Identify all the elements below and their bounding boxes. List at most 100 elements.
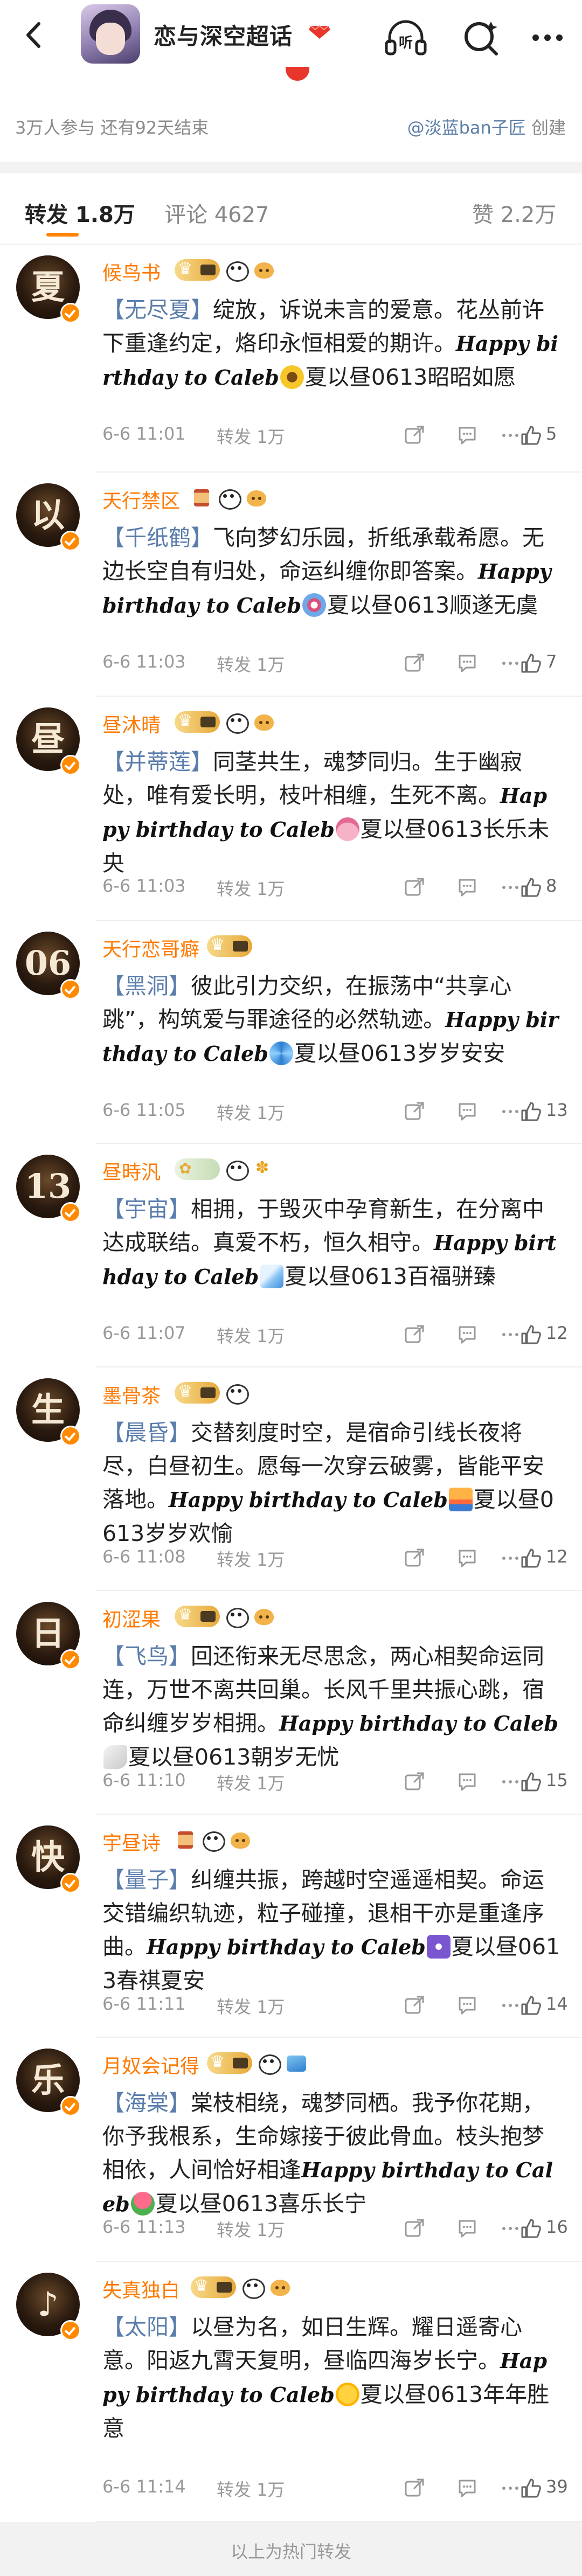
user-name[interactable]: 初涩果	[102, 1604, 161, 1632]
dog-badge-icon[interactable]	[252, 1606, 276, 1627]
forward-item[interactable]: 夏候鸟书【无尽夏】绽放，诉说未言的爱意。花丛前许下重逢约定，烙印永恒相爱的期许。…	[0, 245, 582, 473]
vip-badge-icon[interactable]	[175, 259, 220, 281]
panda-badge-icon[interactable]	[224, 711, 249, 734]
forward-count[interactable]: 转发 1万	[217, 2476, 285, 2501]
dog-badge-icon[interactable]	[252, 711, 276, 733]
more-options-icon[interactable]	[522, 12, 573, 64]
comment-icon[interactable]	[455, 876, 479, 899]
forward-item[interactable]: 昼昼沐晴【并蒂莲】同茎共生，魂梦同归。生于幽寂处，唯有爱长明，枝叶相缠，生死不离…	[0, 697, 582, 921]
user-name[interactable]: 月奴会记得	[102, 2051, 199, 2079]
like-icon[interactable]	[519, 1100, 543, 1123]
user-name[interactable]: 昼沐晴	[102, 710, 161, 738]
comment-icon[interactable]	[455, 1994, 479, 2017]
share-icon[interactable]	[403, 651, 426, 675]
wave-badge-icon[interactable]	[285, 2052, 308, 2074]
comment-icon[interactable]	[455, 1100, 479, 1123]
share-icon[interactable]	[403, 1994, 426, 2017]
forward-item[interactable]: 以天行禁区 【千纸鹤】飞向梦幻乐园，折纸承载希愿。无边长空自有归处，命运纠缠你即答…	[0, 473, 582, 697]
share-icon[interactable]	[403, 1770, 426, 1794]
user-name[interactable]: 墨骨茶	[102, 1380, 161, 1408]
forward-count[interactable]: 转发 1万	[217, 876, 285, 900]
like-icon[interactable]	[519, 651, 543, 675]
share-icon[interactable]	[403, 1546, 426, 1570]
comment-icon[interactable]	[455, 2217, 479, 2240]
comment-icon[interactable]	[455, 1770, 479, 1794]
forward-item[interactable]: 乐月奴会记得【海棠】棠枝相绕，魂梦同栖。我予你花期，你予我根系，生命嫁接于彼此骨…	[0, 2038, 582, 2262]
topic-tag[interactable]: 【无尽夏】	[102, 297, 213, 323]
like-icon[interactable]	[519, 2476, 543, 2500]
forward-count[interactable]: 转发 1万	[217, 1100, 285, 1124]
panda-badge-icon[interactable]	[224, 1382, 249, 1405]
user-name[interactable]: 失真独白	[102, 2275, 180, 2303]
panda-badge-icon[interactable]	[257, 2052, 281, 2075]
like-icon[interactable]	[519, 1546, 543, 1570]
creator-link[interactable]: @淡蓝ban子匠	[407, 117, 526, 138]
forward-item[interactable]: 日初涩果【飞鸟】回还衔来无尽思念，两心相契命运同连，万世不离共回巢。长风千里共振…	[0, 1591, 582, 1815]
comment-icon[interactable]	[455, 651, 479, 675]
back-arrow-icon[interactable]	[15, 16, 53, 54]
vip-badge-icon[interactable]	[175, 1382, 220, 1404]
share-icon[interactable]	[403, 1323, 426, 1346]
tab-likes[interactable]: 赞 2.2万	[472, 197, 556, 228]
user-name[interactable]: 天行恋哥癖	[102, 934, 199, 962]
panda-badge-icon[interactable]	[224, 1158, 249, 1181]
forward-item[interactable]: 快宇昼诗 【量子】纠缠共振，跨越时空遥遥相契。命运交错编织轨迹，粒子碰撞，退相干亦…	[0, 1815, 582, 2038]
topic-avatar[interactable]	[81, 4, 140, 64]
panda-badge-icon[interactable]	[224, 259, 249, 282]
topic-tag[interactable]: 【量子】	[102, 1867, 191, 1893]
like-icon[interactable]	[519, 2217, 543, 2240]
forward-item[interactable]: ♪失真独白【太阳】以昼为名，如日生辉。耀日遥寄心意。阳返九霄天复明，昼临四海岁长…	[0, 2262, 582, 2522]
user-name[interactable]: 昼時汎	[102, 1157, 161, 1185]
panda-badge-icon[interactable]	[224, 1606, 249, 1628]
panda-badge-icon[interactable]	[200, 1829, 225, 1852]
vip-badge-icon[interactable]	[175, 1606, 220, 1627]
like-icon[interactable]	[519, 876, 543, 899]
hourglass-badge-icon[interactable]	[191, 487, 212, 509]
share-icon[interactable]	[403, 423, 426, 447]
vip-badge-icon[interactable]	[207, 935, 252, 957]
topic-tag[interactable]: 【太阳】	[102, 2314, 191, 2340]
share-icon[interactable]	[403, 2476, 426, 2500]
forward-item[interactable]: 生墨骨茶【晨昏】交替刻度时空，是宿命引线长夜将尽，白昼初生。愿每一次穿云破雾，皆…	[0, 1367, 582, 1591]
share-icon[interactable]	[403, 876, 426, 899]
flower-badge-icon[interactable]	[252, 1158, 274, 1180]
vip-badge-icon[interactable]	[207, 2052, 252, 2074]
like-icon[interactable]	[519, 423, 543, 447]
forward-item[interactable]: 06天行恋哥癖【黑洞】彼此引力交织，在振荡中“共享心跳”，构筑爱与罪途径的必然轨…	[0, 921, 582, 1144]
comment-icon[interactable]	[455, 2476, 479, 2500]
listen-button[interactable]: 听	[380, 12, 432, 64]
topic-tag[interactable]: 【千纸鹤】	[102, 525, 213, 551]
forward-item[interactable]: 13昼時汎【宇宙】相拥，于毁灭中孕育新生，在分离中达成联结。真爱不朽，恒久相守。…	[0, 1144, 582, 1367]
forward-count[interactable]: 转发 1万	[217, 651, 285, 676]
dog-badge-icon[interactable]	[252, 259, 276, 281]
search-icon[interactable]	[455, 12, 507, 64]
user-name[interactable]: 候鸟书	[102, 258, 161, 286]
forward-count[interactable]: 转发 1万	[217, 1770, 285, 1795]
topic-tag[interactable]: 【宇宙】	[102, 1196, 191, 1222]
panda-badge-icon[interactable]	[240, 2276, 265, 2299]
user-name[interactable]: 天行禁区	[102, 485, 180, 513]
like-icon[interactable]	[519, 1994, 543, 2017]
topic-tag[interactable]: 【并蒂莲】	[102, 749, 213, 775]
vip-green-badge-icon[interactable]	[175, 1158, 220, 1180]
dog-badge-icon[interactable]	[245, 487, 268, 509]
comment-icon[interactable]	[455, 1546, 479, 1570]
dog-badge-icon[interactable]	[268, 2276, 292, 2298]
topic-tag[interactable]: 【飞鸟】	[102, 1643, 191, 1669]
forward-count[interactable]: 转发 1万	[217, 1323, 285, 1348]
forward-count[interactable]: 转发 1万	[217, 1546, 285, 1571]
forward-count[interactable]: 转发 1万	[217, 2217, 285, 2241]
tab-forwards[interactable]: 转发 1.8万	[25, 197, 135, 228]
vip-badge-icon[interactable]	[191, 2276, 236, 2298]
share-icon[interactable]	[403, 2217, 426, 2240]
topic-tag[interactable]: 【晨昏】	[102, 1420, 191, 1446]
topic-tag[interactable]: 【海棠】	[102, 2090, 191, 2116]
page-title[interactable]: 恋与深空超话	[154, 18, 293, 51]
hourglass-badge-icon[interactable]	[175, 1829, 196, 1851]
forward-count[interactable]: 转发 1万	[217, 1994, 285, 2018]
share-icon[interactable]	[403, 1100, 426, 1123]
panda-badge-icon[interactable]	[217, 487, 241, 510]
forward-count[interactable]: 转发 1万	[217, 423, 285, 448]
like-icon[interactable]	[519, 1770, 543, 1794]
user-name[interactable]: 宇昼诗	[102, 1828, 161, 1856]
